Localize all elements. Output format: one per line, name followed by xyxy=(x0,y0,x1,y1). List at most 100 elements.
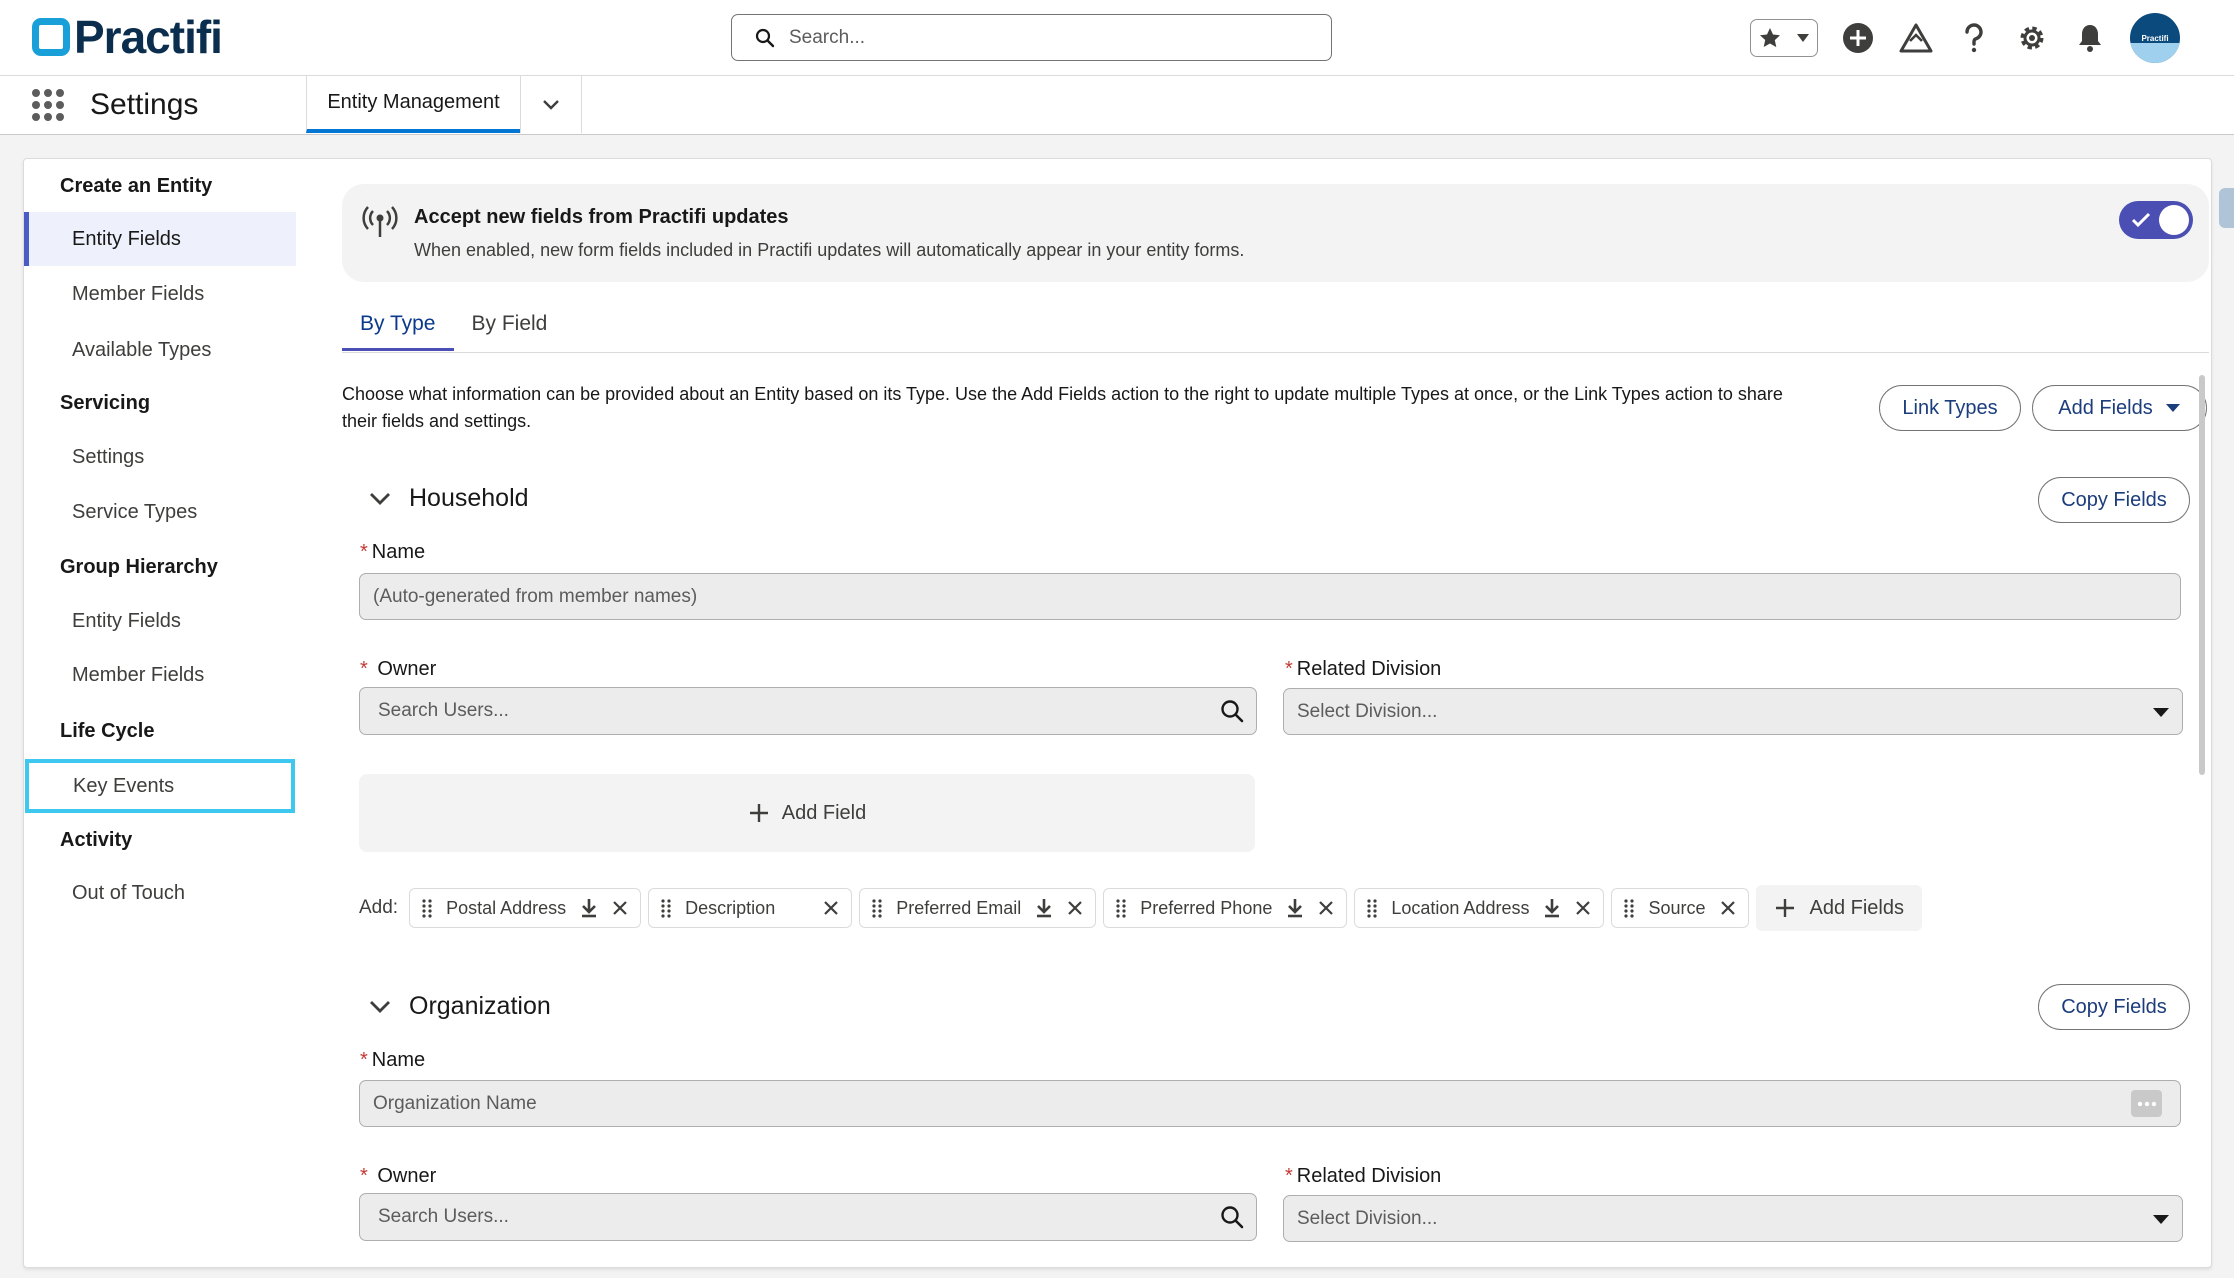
help-icon xyxy=(1965,23,1983,53)
sidebar-item-out-of-touch[interactable]: Out of Touch xyxy=(24,866,296,920)
organization-owner-lookup[interactable]: Search Users... xyxy=(359,1193,1257,1241)
organization-name-label: * Name xyxy=(360,1049,426,1071)
banner-subtitle: When enabled, new form fields included i… xyxy=(414,240,1245,260)
user-avatar[interactable]: Practifi xyxy=(2130,13,2180,63)
notifications-button[interactable] xyxy=(2072,20,2108,56)
household-add-fields-chip[interactable]: Add Fields xyxy=(1755,885,1922,931)
sidebar-item-service-types[interactable]: Service Types xyxy=(24,485,296,539)
chip-source[interactable]: Source xyxy=(1611,888,1749,928)
add-field-label: Add Field xyxy=(781,801,867,824)
household-title: Household xyxy=(409,484,529,512)
household-section-header[interactable]: Household xyxy=(369,484,529,513)
bell-icon xyxy=(2079,25,2101,52)
sidebar-section-create-entity: Create an Entity xyxy=(60,175,213,197)
organization-copy-fields-button[interactable]: Copy Fields xyxy=(2038,984,2190,1030)
household-division-select[interactable]: Select Division... xyxy=(1283,688,2183,735)
download-icon[interactable] xyxy=(1286,898,1304,918)
settings-card: Create an Entity Entity Fields Member Fi… xyxy=(23,158,2212,1268)
star-icon[interactable] xyxy=(1758,26,1782,50)
global-search[interactable] xyxy=(731,14,1332,61)
tabs-divider xyxy=(342,352,2209,353)
link-types-button[interactable]: Link Types xyxy=(1879,385,2021,431)
drag-handle-icon[interactable] xyxy=(1367,898,1377,918)
organization-section-header[interactable]: Organization xyxy=(369,992,551,1021)
app-launcher-icon[interactable] xyxy=(32,89,64,121)
link-types-label: Link Types xyxy=(1902,396,1998,419)
drag-handle-icon[interactable] xyxy=(661,898,671,918)
dropdown-triangle-icon xyxy=(2165,404,2180,412)
sidebar-item-settings[interactable]: Settings xyxy=(24,430,296,484)
chip-postal-address[interactable]: Postal Address xyxy=(409,888,642,928)
broadcast-icon xyxy=(362,206,398,237)
organization-division-placeholder: Select Division... xyxy=(1297,1207,1438,1229)
sidebar-item-entity-fields[interactable]: Entity Fields xyxy=(24,212,296,266)
content-scrollbar[interactable] xyxy=(2199,375,2205,775)
organization-name-field[interactable]: Organization Name xyxy=(359,1080,2181,1127)
sidebar-item-group-member-fields[interactable]: Member Fields xyxy=(24,648,296,702)
setup-button[interactable] xyxy=(2014,20,2050,56)
download-icon[interactable] xyxy=(1543,898,1561,918)
copy-fields-label: Copy Fields xyxy=(2061,488,2167,511)
organization-division-select[interactable]: Select Division... xyxy=(1283,1195,2183,1242)
toggle-knob xyxy=(2159,205,2189,235)
household-owner-label: * Owner xyxy=(360,658,437,680)
sidebar-item-member-fields[interactable]: Member Fields xyxy=(24,267,296,321)
practifi-logo[interactable]: Practifi xyxy=(32,11,223,63)
favorites-dropdown-icon[interactable] xyxy=(1796,33,1810,43)
close-icon[interactable] xyxy=(1067,900,1083,916)
drag-handle-icon[interactable] xyxy=(1116,898,1126,918)
sidebar-item-available-types[interactable]: Available Types xyxy=(24,323,296,377)
help-button[interactable] xyxy=(1956,20,1992,56)
gear-icon xyxy=(2020,26,2044,50)
chip-preferred-email[interactable]: Preferred Email xyxy=(859,888,1097,928)
sidebar-item-group-entity-fields[interactable]: Entity Fields xyxy=(24,594,296,648)
tab-by-field[interactable]: By Field xyxy=(454,309,566,351)
drag-handle-icon[interactable] xyxy=(422,898,432,918)
chip-label: Postal Address xyxy=(446,897,567,918)
sidebar-item-key-events[interactable]: Key Events xyxy=(25,759,295,813)
nav-tab-menu-button[interactable] xyxy=(520,76,582,133)
chip-label: Description xyxy=(685,897,776,918)
close-icon[interactable] xyxy=(823,900,839,916)
drag-handle-icon[interactable] xyxy=(872,898,882,918)
close-icon[interactable] xyxy=(1318,900,1334,916)
chip-description[interactable]: Description xyxy=(648,888,853,928)
avatar-text: Practifi xyxy=(2141,33,2169,43)
add-fields-button[interactable]: Add Fields xyxy=(2032,385,2207,431)
more-options-icon[interactable] xyxy=(2131,1090,2162,1117)
close-icon[interactable] xyxy=(1575,900,1591,916)
nav-tab-entity-management[interactable]: Entity Management xyxy=(306,76,520,133)
tab-by-type[interactable]: By Type xyxy=(342,309,454,351)
trailhead-button[interactable] xyxy=(1898,20,1934,56)
household-name-field[interactable]: (Auto-generated from member names) xyxy=(359,573,2181,620)
sidebar-section-activity: Activity xyxy=(60,829,133,851)
add-fields-label: Add Fields xyxy=(2058,396,2153,419)
household-name-label: * Name xyxy=(360,541,426,563)
organization-division-label: * Related Division xyxy=(1285,1165,1442,1187)
download-icon[interactable] xyxy=(1035,898,1053,918)
chip-location-address[interactable]: Location Address xyxy=(1354,888,1605,928)
organization-title: Organization xyxy=(409,992,551,1020)
drag-handle-icon[interactable] xyxy=(1624,898,1635,918)
chip-label: Location Address xyxy=(1391,897,1530,918)
utility-side-tab[interactable] xyxy=(2219,188,2234,228)
download-icon[interactable] xyxy=(580,898,598,918)
household-owner-lookup[interactable]: Search Users... xyxy=(359,687,1257,735)
close-icon[interactable] xyxy=(1720,900,1736,916)
household-suggested-fields: Add: Postal Address Description Preferre… xyxy=(359,885,1922,931)
logo-text: Practifi xyxy=(74,11,223,63)
chip-preferred-phone[interactable]: Preferred Phone xyxy=(1103,888,1348,928)
global-actions-button[interactable] xyxy=(1840,20,1876,56)
accept-updates-toggle[interactable] xyxy=(2119,201,2193,239)
household-add-field-button[interactable]: Add Field xyxy=(359,774,1255,852)
sidebar-section-servicing: Servicing xyxy=(60,392,151,414)
app-nav-bar: Settings Entity Management xyxy=(0,76,2234,135)
plus-icon xyxy=(749,804,768,822)
organization-owner-placeholder: Search Users... xyxy=(378,1206,509,1227)
close-icon[interactable] xyxy=(612,900,628,916)
search-input[interactable] xyxy=(789,26,1309,49)
household-copy-fields-button[interactable]: Copy Fields xyxy=(2038,477,2190,523)
add-label: Add: xyxy=(359,897,399,918)
chevron-down-icon xyxy=(370,492,390,505)
household-name-placeholder: (Auto-generated from member names) xyxy=(373,585,698,607)
